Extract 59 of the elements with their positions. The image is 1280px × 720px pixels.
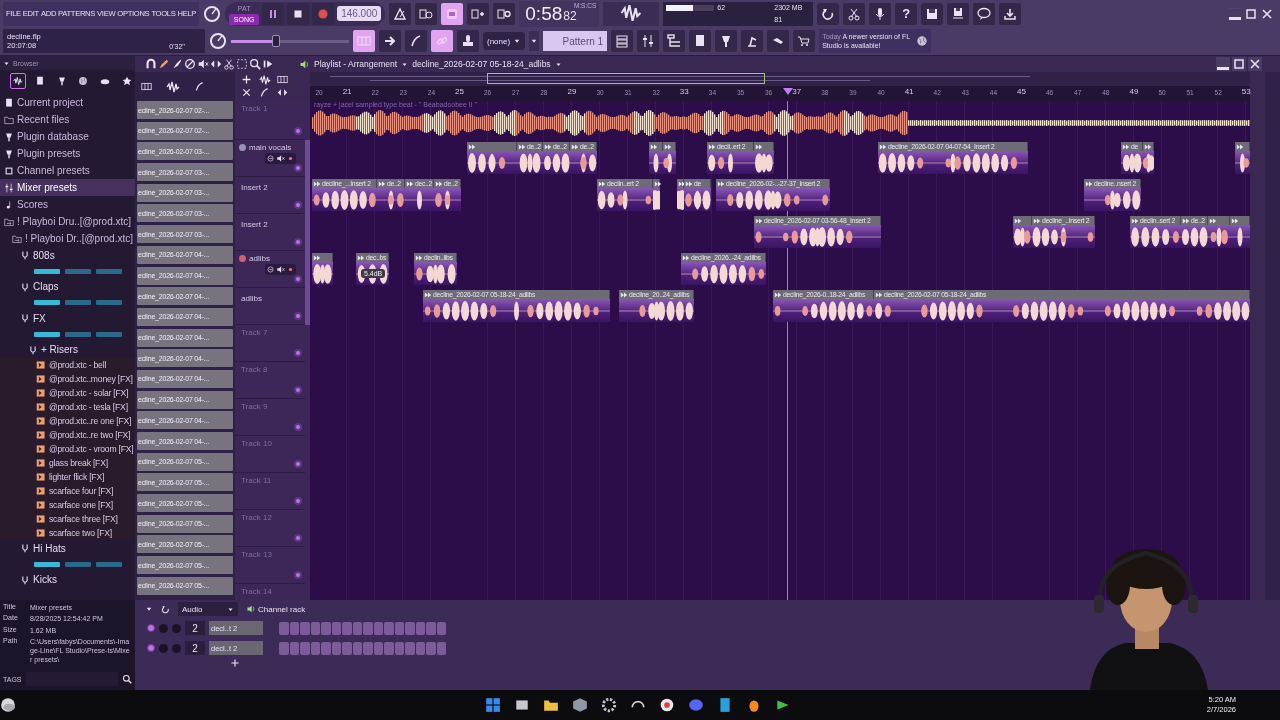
bar-number: 21 — [342, 87, 352, 96]
browser-item[interactable]: + Risers — [0, 341, 135, 358]
browser-item[interactable]: @prod.xtc..money [FX] — [0, 372, 135, 386]
browser-item[interactable]: Plugin presets — [0, 145, 135, 162]
browser-item[interactable]: Kicks — [0, 571, 135, 588]
track-header[interactable]: adlibs — [235, 251, 305, 288]
browser-item[interactable]: 808s — [0, 247, 135, 264]
bar-number: 29 — [567, 87, 577, 96]
tempo-display[interactable]: 146.000 — [337, 6, 382, 22]
browser-item[interactable]: @prod.xtc - solar [FX] — [0, 386, 135, 400]
browser-item[interactable]: Scores — [0, 196, 135, 213]
browser-item[interactable]: ! Playboi Dru..[@prod.xtc] — [0, 213, 135, 230]
browser-item[interactable]: Plugin database — [0, 128, 135, 145]
browser-item[interactable]: Claps — [0, 278, 135, 295]
browser-item[interactable]: scarface four [FX] — [0, 484, 135, 498]
browser-item[interactable]: ! Playboi Dr..[@prod.xtc] — [0, 230, 135, 247]
browser-item[interactable]: @prod.xtc - tesla [FX] — [0, 400, 135, 414]
track-header[interactable]: main vocals — [235, 140, 305, 177]
pattern-selector[interactable]: Pattern 1 — [543, 31, 608, 52]
bar-number: 33 — [679, 87, 689, 96]
browser-item[interactable]: Mixer presets — [0, 179, 135, 196]
channel-rack-title: Channel rack — [258, 604, 306, 614]
bar-number: 41 — [904, 87, 914, 96]
bar-number: 25 — [455, 87, 464, 96]
browser-item[interactable]: Channel presets — [0, 162, 135, 179]
mixer-track-number[interactable]: 2 — [185, 641, 205, 655]
track-header[interactable]: Track 7 — [235, 325, 305, 362]
browser-item[interactable]: Current project — [0, 94, 135, 111]
browser-item[interactable]: glass break [FX] — [0, 456, 135, 470]
filter-dropdown[interactable]: (none) — [483, 32, 526, 51]
track-header[interactable]: Track 13 — [235, 547, 305, 584]
browser-item[interactable]: scarface one [FX] — [0, 498, 135, 512]
browser-item[interactable]: FX — [0, 310, 135, 327]
help-button[interactable]: ? — [895, 2, 918, 25]
track-header[interactable]: Track 11 — [235, 473, 305, 510]
bar-number: 45 — [1017, 87, 1026, 96]
browser-item[interactable]: @prod.xtc..re one [FX] — [0, 414, 135, 428]
browser-item[interactable]: Hi Hats — [0, 540, 135, 557]
track-header[interactable]: Track 14 — [235, 584, 305, 600]
browser-item[interactable]: scarface two [FX] — [0, 526, 135, 540]
group-dropdown[interactable]: Audio — [178, 602, 238, 616]
bar-number: 53 — [1241, 87, 1251, 96]
track-header[interactable]: adlibs — [235, 288, 305, 325]
bar-number: 49 — [1129, 87, 1139, 96]
clip-source-name[interactable]: decline_2026-02-07 05-18-24_adlibs — [412, 59, 551, 69]
track-header[interactable]: Track 12 — [235, 510, 305, 547]
browser-item[interactable]: @prod.xtc - bell — [0, 358, 135, 372]
playlist-title[interactable]: Playlist - Arrangement — [314, 59, 398, 69]
track-header[interactable]: Track 1 — [235, 101, 305, 140]
mixer-track-number[interactable]: 2 — [185, 621, 205, 635]
browser-item[interactable]: @prod.xtc - vroom [FX] — [0, 442, 135, 456]
browser-item[interactable]: @prod.xtc..re two [FX] — [0, 428, 135, 442]
track-header[interactable]: Insert 2 — [235, 214, 305, 251]
browser-item[interactable]: scarface three [FX] — [0, 512, 135, 526]
track-header[interactable]: Insert 2 — [235, 177, 305, 214]
browser-item[interactable]: lighter flick [FX] — [0, 470, 135, 484]
bar-number: 37 — [792, 87, 802, 96]
track-header[interactable]: Track 10 — [235, 436, 305, 473]
browser-item[interactable]: Recent files — [0, 111, 135, 128]
